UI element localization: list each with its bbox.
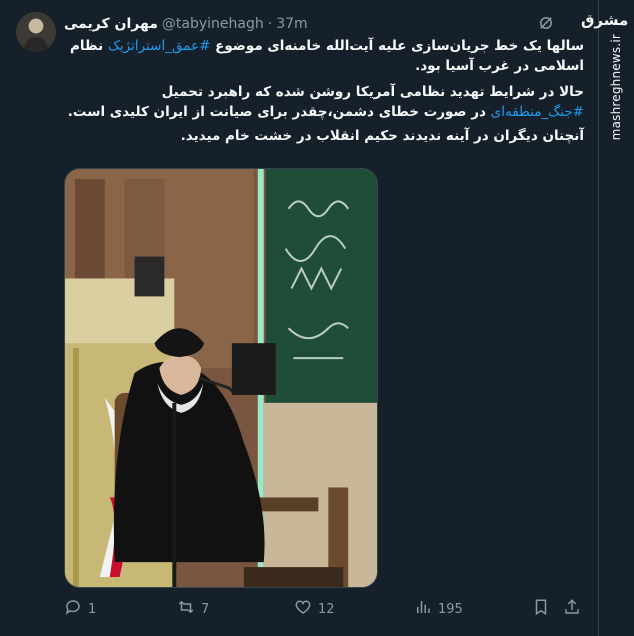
reply-icon (64, 598, 82, 620)
tweet-paragraph-3: آنچنان دیگران در آینه ندیدند حکیم انقلاب… (180, 128, 584, 144)
watermark: مشرق mashreghnews.ir (581, 10, 631, 140)
column-divider (598, 0, 599, 636)
text-segment: در صورت خطای دشمن،چقدر برای صیانت از ایر… (67, 104, 491, 120)
photo-image (65, 169, 377, 587)
watermark-url: mashreghnews.ir (609, 34, 623, 141)
tweet-paragraph-1: سالها یک خط جریان‌سازی علیه آیت‌الله خام… (64, 36, 584, 76)
views-count: 195 (438, 601, 463, 617)
hashtag-link[interactable]: #جنگ_منطقه‌ای (491, 104, 584, 120)
like-icon (294, 598, 312, 620)
author-name[interactable]: مهران کریمی (64, 16, 158, 32)
bookmark-button[interactable] (532, 598, 550, 620)
tweet-paragraph-2: حالا در شرایط تهدید نظامی آمریکا روشن شد… (64, 82, 584, 122)
reply-count: 1 (88, 601, 97, 617)
text-segment: سالها یک خط جریان‌سازی علیه آیت‌الله خام… (210, 38, 584, 54)
hashtag-link[interactable]: #عمق_استراتژیک (108, 38, 211, 54)
text-segment: حالا در شرایط تهدید نظامی آمریکا روشن شد… (161, 84, 584, 100)
views-button[interactable]: 195 (414, 598, 463, 620)
grok-icon[interactable] (537, 14, 555, 32)
avatar[interactable] (16, 12, 56, 52)
separator-dot: · (267, 16, 273, 32)
like-count: 12 (318, 601, 335, 617)
tweet-text: سالها یک خط جریان‌سازی علیه آیت‌الله خام… (64, 36, 584, 150)
watermark-logo: مشرق (581, 11, 629, 29)
share-button[interactable] (563, 598, 581, 620)
timestamp[interactable]: 37m (276, 16, 307, 32)
tweet-header: مهران کریمی @tabyinehagh · 37m (64, 14, 308, 34)
bookmark-icon (532, 598, 550, 620)
tweet-photo[interactable] (64, 168, 378, 588)
tweet-actions: 1 7 12 195 (64, 598, 584, 620)
retweet-button[interactable]: 7 (177, 598, 209, 620)
share-icon (563, 598, 581, 620)
tweet[interactable]: مهران کریمی @tabyinehagh · 37m سالها یک … (0, 0, 598, 636)
like-button[interactable]: 12 (294, 598, 335, 620)
reply-button[interactable]: 1 (64, 598, 96, 620)
retweet-icon (177, 598, 195, 620)
views-icon (414, 598, 432, 620)
author-handle[interactable]: @tabyinehagh (162, 16, 264, 32)
retweet-count: 7 (201, 601, 210, 617)
